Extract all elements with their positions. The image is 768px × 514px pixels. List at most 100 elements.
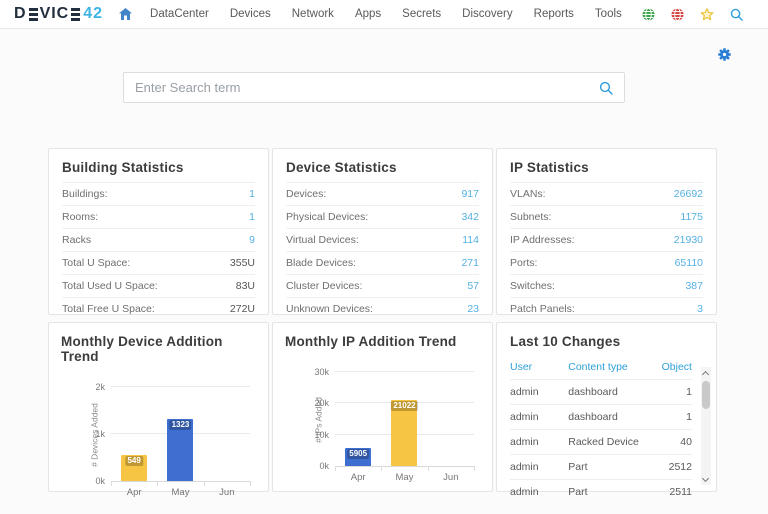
stat-value[interactable]: 21930 (674, 234, 703, 246)
stat-value[interactable]: 1 (249, 188, 255, 200)
stat-row: Switches: 387 (510, 274, 703, 297)
stat-row: Total Used U Space:83U (62, 274, 255, 297)
stat-row: Rooms:1 (62, 205, 255, 228)
nav-item-apps[interactable]: Apps (355, 8, 381, 20)
stat-value[interactable]: 26692 (674, 188, 703, 200)
logo-accent-text: 42 (83, 5, 103, 23)
logo-e-glyph (29, 8, 38, 21)
table-row: admindashboard1 (510, 404, 692, 429)
star-icon[interactable] (700, 8, 714, 21)
settings-gear-icon[interactable] (717, 47, 732, 62)
stat-row: Buildings:1 (62, 182, 255, 205)
stat-row: Devices:917 (286, 182, 479, 205)
stats-grid: Building Statistics Buildings:1Rooms:1Ra… (48, 148, 717, 315)
stat-value[interactable]: 114 (462, 234, 479, 246)
home-icon[interactable] (119, 8, 132, 20)
bottom-grid: Monthly Device Addition Trend # Devices … (48, 322, 717, 492)
nav-item-secrets[interactable]: Secrets (402, 8, 441, 20)
table-body: admindashboard1admindashboard1adminRacke… (510, 379, 692, 504)
stat-value[interactable]: 917 (461, 188, 479, 200)
stat-label: Cluster Devices: (286, 280, 362, 292)
y-axis-label: # IPs Added (314, 372, 324, 467)
globe-red-icon[interactable] (671, 8, 684, 21)
nav-item-network[interactable]: Network (292, 8, 334, 20)
search-icon[interactable] (730, 8, 743, 21)
global-search (123, 72, 625, 103)
y-tick-label: 0k (319, 461, 329, 471)
column-header-object[interactable]: Object (648, 361, 692, 373)
building-statistics-card: Building Statistics Buildings:1Rooms:1Ra… (48, 148, 269, 315)
stat-rows: VLANs:26692 Subnets: 1175 IP Addresses: 2193… (510, 182, 703, 320)
cell-content-type: dashboard (568, 386, 648, 398)
nav-item-reports[interactable]: Reports (534, 8, 574, 20)
y-tick-label: 30k (314, 367, 329, 377)
scrollbar-thumb[interactable] (702, 381, 710, 409)
table-row: admindashboard1 (510, 379, 692, 404)
stat-rows: Devices:917Physical Devices:342Virtual D… (286, 182, 479, 320)
scroll-down-icon[interactable] (703, 476, 709, 482)
stat-value[interactable]: 65110 (675, 257, 703, 269)
stat-label: Switches: (510, 280, 555, 292)
scroll-up-icon[interactable] (703, 370, 709, 376)
y-tick-label: 10k (314, 430, 329, 440)
bar-may: 21022 (391, 400, 417, 466)
search-submit-icon[interactable] (599, 81, 613, 95)
card-title: Building Statistics (62, 158, 255, 182)
nav-item-discovery[interactable]: Discovery (462, 8, 512, 20)
stat-value: 272U (230, 303, 255, 315)
stat-label: Patch Panels: (510, 303, 575, 315)
stat-row: Unknown Devices:23 (286, 297, 479, 320)
stat-row: Subnets: 1175 (510, 205, 703, 228)
stat-label: Subnets: (510, 211, 551, 223)
table-header-row: UserContent typeObject (510, 356, 692, 379)
ip-trend-chart-card: Monthly IP Addition Trend # IPs Added 0k… (272, 322, 493, 492)
stat-row: Total U Space:355U (62, 251, 255, 274)
cell-user: admin (510, 436, 568, 448)
stat-label: Total Free U Space: (62, 303, 155, 315)
last-changes-card: Last 10 Changes UserContent typeObject a… (496, 322, 717, 492)
stat-row: Patch Panels: 3 (510, 297, 703, 320)
column-header-content-type[interactable]: Content type (568, 361, 648, 373)
y-tick-label: 2k (95, 382, 105, 392)
app-logo[interactable]: D VIC 42 (14, 5, 103, 23)
stat-label: IP Addresses: (510, 234, 575, 246)
cell-content-type: Part (568, 486, 648, 498)
stat-value[interactable]: 3 (697, 303, 703, 315)
y-tick-label: 1k (95, 429, 105, 439)
stat-rows: Buildings:1Rooms:1Racks9Total U Space:35… (62, 182, 255, 320)
cell-content-type: Part (568, 461, 648, 473)
card-title: Last 10 Changes (510, 332, 704, 356)
nav-item-devices[interactable]: Devices (230, 8, 271, 20)
stat-value[interactable]: 9 (249, 234, 255, 246)
chart-plot-area: # IPs Added 0k10k20k30k590521022 (335, 372, 474, 467)
y-tick-label: 0k (95, 476, 105, 486)
x-axis-tick (204, 481, 205, 486)
stat-label: Ports: (510, 257, 537, 269)
plot: 0k10k20k30k590521022 (335, 372, 474, 467)
stat-row: Physical Devices:342 (286, 205, 479, 228)
stat-row: Cluster Devices: 57 (286, 274, 479, 297)
search-input[interactable] (135, 80, 599, 95)
stat-value[interactable]: 271 (461, 257, 479, 269)
stat-value[interactable]: 342 (461, 211, 479, 223)
x-axis-labels: AprMayJun (111, 487, 250, 498)
stat-value[interactable]: 23 (467, 303, 479, 315)
changes-table: UserContent typeObject admindashboard1ad… (510, 356, 692, 504)
nav-menu: DataCenter Devices Network Apps Secrets Disco… (150, 8, 622, 20)
table-row: adminPart2511 (510, 479, 692, 504)
globe-green-icon[interactable] (642, 8, 655, 21)
stat-value[interactable]: 1 (249, 211, 255, 223)
stat-row: VLANs:26692 (510, 182, 703, 205)
column-header-user[interactable]: User (510, 361, 568, 373)
ip-statistics-card: IP Statistics VLANs:26692Subnets:1175IP … (496, 148, 717, 315)
nav-item-datacenter[interactable]: DataCenter (150, 8, 209, 20)
table-scrollbar[interactable] (701, 367, 711, 485)
x-axis-tick (381, 466, 382, 471)
stat-label: Total U Space: (62, 257, 130, 269)
logo-text: VIC (40, 5, 70, 23)
nav-item-tools[interactable]: Tools (595, 8, 622, 20)
bar-apr: 5905 (345, 448, 371, 467)
stat-value[interactable]: 57 (467, 280, 479, 292)
stat-value[interactable]: 387 (685, 280, 703, 292)
stat-value[interactable]: 1175 (680, 211, 703, 223)
